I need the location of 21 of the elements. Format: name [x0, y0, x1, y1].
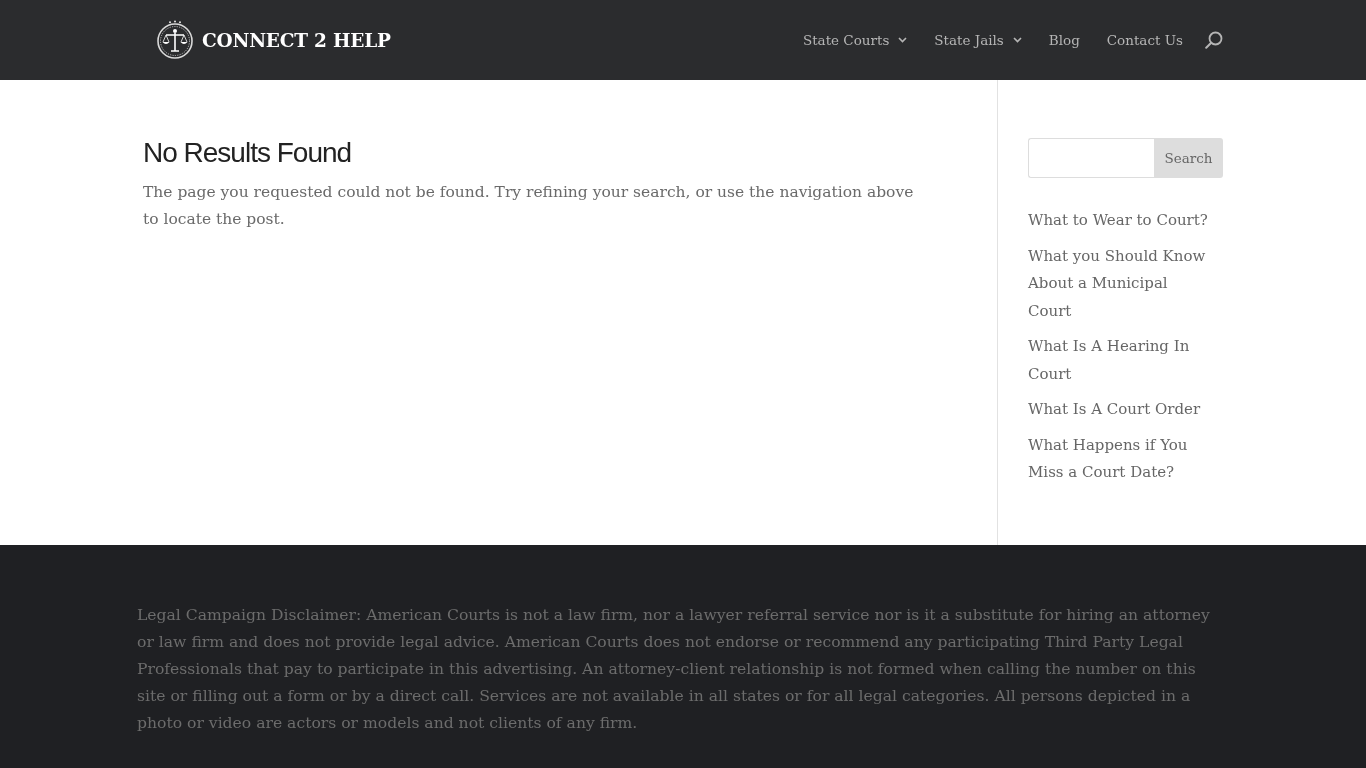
post-link[interactable]: What you Should Know About a Municipal Court [1028, 242, 1214, 325]
search-field[interactable] [1028, 138, 1154, 178]
page-title: No Results Found [143, 137, 353, 170]
site-logo[interactable]: CONNECT 2 HELP [155, 20, 391, 60]
post-link[interactable]: What to Wear to Court? [1028, 207, 1214, 235]
nav-link[interactable]: Blog [1048, 32, 1080, 48]
chevron-down-icon [898, 37, 908, 43]
post-link[interactable]: What Happens if You Miss a Court Date? [1028, 431, 1214, 487]
logo-text: CONNECT 2 HELP [202, 29, 391, 51]
not-found-message: The page you requested could not be found. Try refining your search, or use the navigation above to locate the post. [143, 182, 915, 231]
disclaimer-text: Legal Campaign Disclaimer: American Courts is not a law firm, nor a lawyer referral service nor is it a substitute for hiring an attorney or law firm and does not provide legal advice. American Courts does not endorse or recommend any participating Third Party Legal Professionals that pay to participate in this advertising. An attorney-client relationship is not formed when calling the number on this site or filling out a form or by a direct call. Services are not available in all states or for all legal categories. All persons depicted in a photo or video are actors or models and not clients of any firm. [137, 604, 1211, 734]
scales-emblem-icon [155, 20, 195, 60]
search-button[interactable]: Search [1154, 138, 1223, 178]
chevron-down-icon [1012, 37, 1022, 43]
nav-link[interactable]: State Jails [934, 32, 1022, 48]
nav-link[interactable]: Contact Us [1106, 32, 1183, 48]
search-icon [1205, 31, 1223, 49]
post-link[interactable]: What Is A Court Order [1028, 396, 1214, 424]
nav-link[interactable]: State Courts [802, 32, 908, 48]
post-link[interactable]: What Is A Hearing In Court [1028, 333, 1214, 388]
search-toggle-button[interactable] [1205, 31, 1223, 49]
